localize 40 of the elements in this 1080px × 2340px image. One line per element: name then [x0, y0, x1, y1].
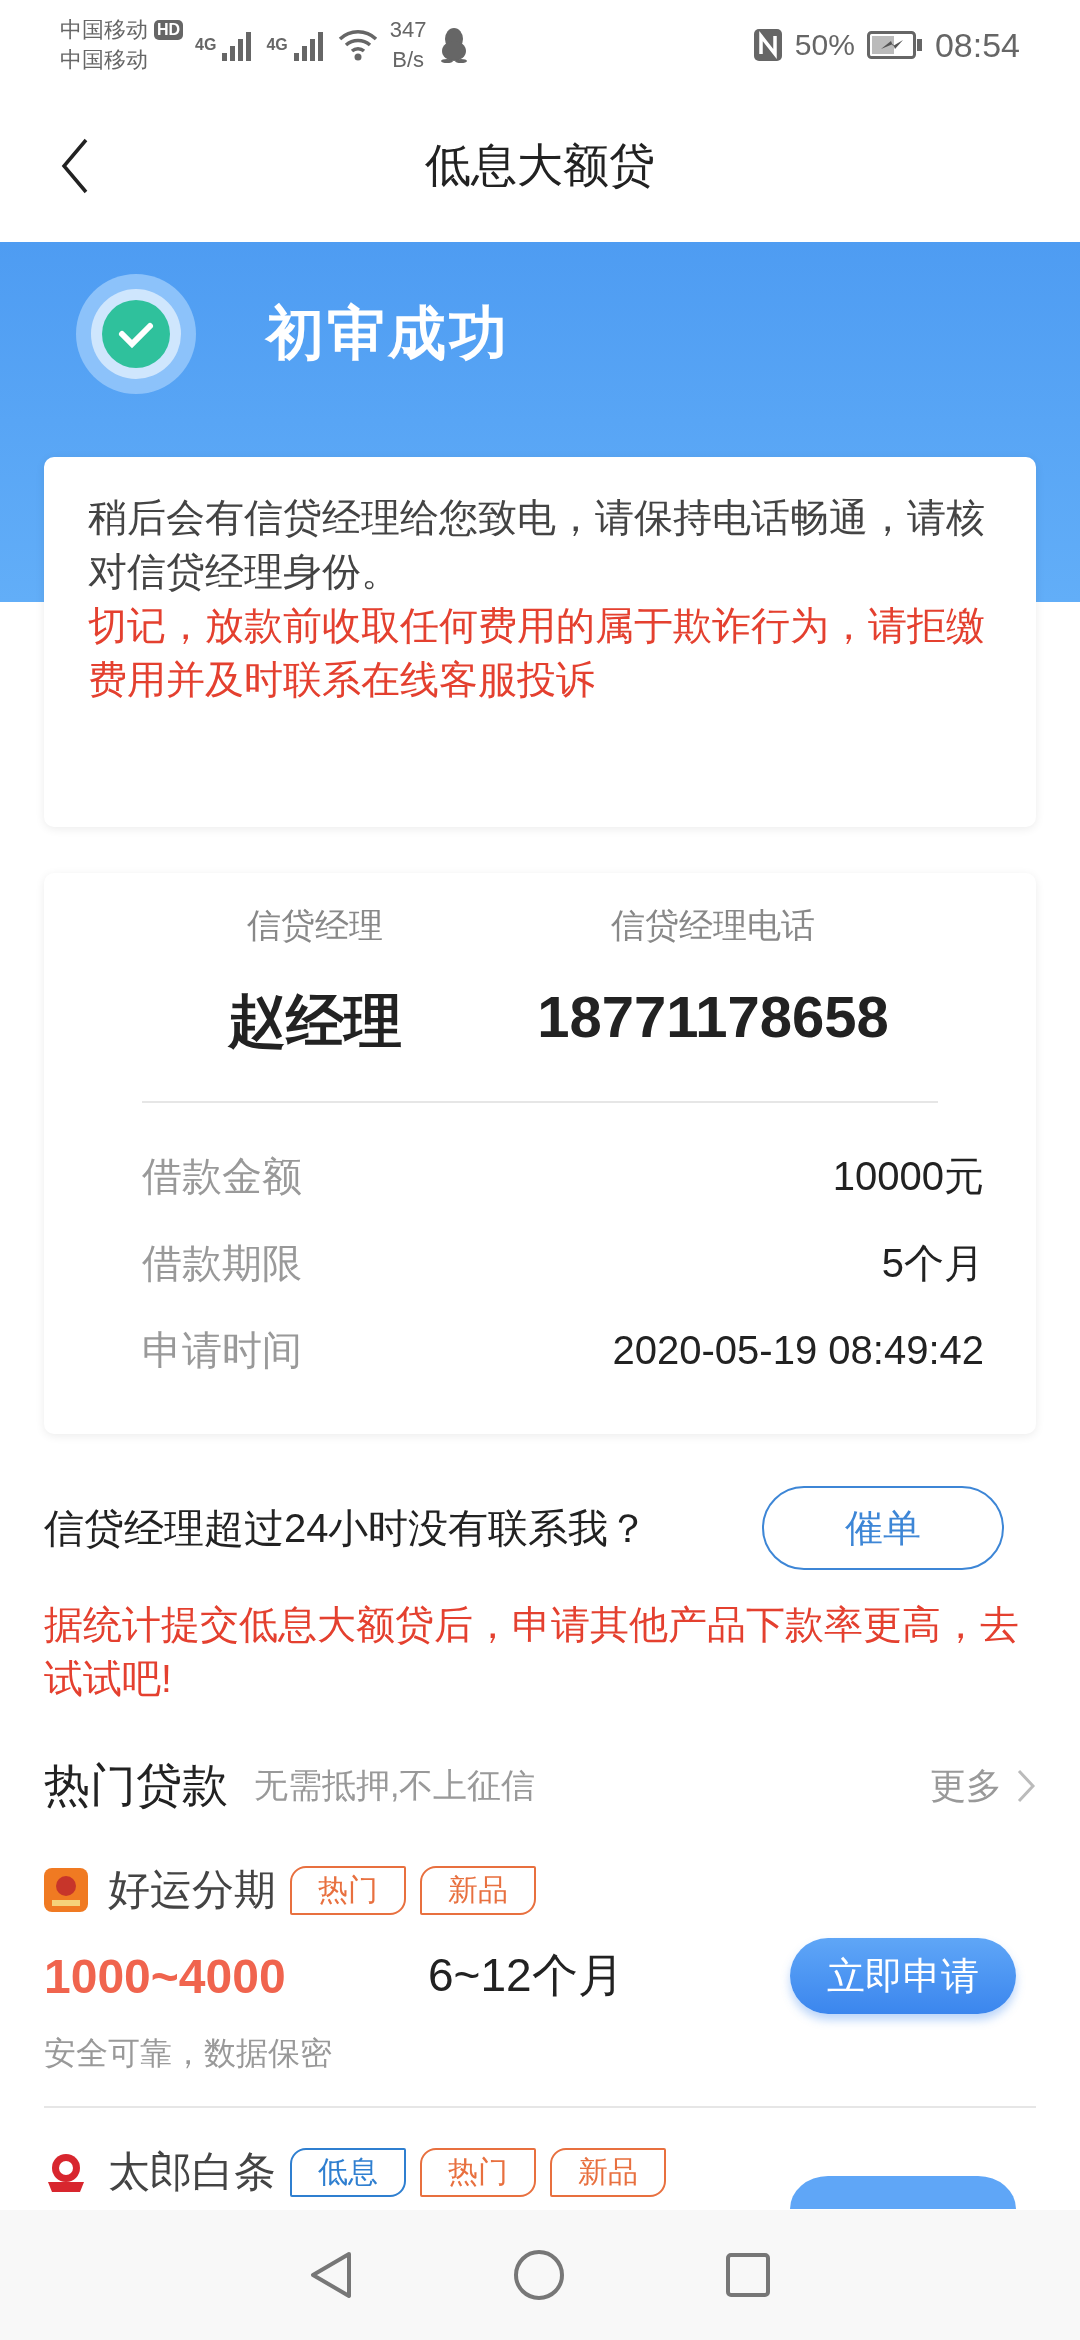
detail-value: 2020-05-19 08:49:42	[612, 1328, 984, 1373]
phone-label: 信贷经理电话	[611, 905, 816, 946]
urge-button[interactable]: 催单	[762, 1486, 1004, 1570]
product-tag: 热门	[420, 2147, 536, 2197]
product-note: 安全可靠，数据保密	[44, 2034, 333, 2073]
manager-label: 信贷经理	[247, 905, 384, 946]
detail-label: 借款期限	[142, 1240, 302, 1287]
detail-value: 10000元	[832, 1153, 984, 1200]
manager-phone: 18771178658	[537, 983, 889, 1050]
network-speed: 347	[389, 16, 427, 44]
carrier-name: 中国移动	[60, 16, 148, 44]
apply-button[interactable]: 立即申请	[790, 1938, 1016, 2014]
speed-unit: B/s	[392, 46, 425, 74]
loan-amount: 1000~4000	[44, 1948, 287, 2004]
loan-term: 6~12个月	[428, 1948, 625, 2003]
network-type: 4G	[266, 36, 288, 54]
clock: 08:54	[934, 25, 1020, 65]
product-tag: 新品	[420, 1865, 536, 1915]
network-type: 4G	[195, 36, 217, 54]
urge-question: 信贷经理超过24小时没有联系我？	[44, 1504, 649, 1552]
more-link[interactable]: 更多	[930, 1761, 1036, 1811]
section-title: 热门贷款	[44, 1758, 228, 1813]
detail-label: 申请时间	[142, 1327, 302, 1374]
product-name: 太郎白条	[108, 2147, 276, 2197]
manager-name: 赵经理	[228, 987, 403, 1055]
warning-text: 切记，放款前收取任何费用的属于欺诈行为，请拒缴费用并及时联系在线客服投诉	[88, 603, 986, 703]
product-name: 好运分期	[108, 1865, 276, 1915]
product-tag: 新品	[550, 2147, 666, 2197]
detail-label: 借款金额	[142, 1153, 302, 1200]
detail-value: 5个月	[881, 1240, 984, 1287]
promo-text: 据统计提交低息大额贷后，申请其他产品下款率更高，去试试吧!	[44, 1602, 1020, 1702]
hd-badge: HD	[154, 20, 184, 40]
section-subtitle: 无需抵押,不上征信	[254, 1765, 537, 1806]
notice-text: 稍后会有信贷经理给您致电，请保持电话畅通，请核对信贷经理身份。	[88, 495, 986, 595]
status-title: 初审成功	[266, 299, 510, 367]
battery-percent: 50%	[794, 28, 855, 62]
product-tag: 热门	[290, 1865, 406, 1915]
carrier-name: 中国移动	[60, 46, 149, 74]
page-title: 低息大额贷	[425, 138, 655, 193]
product-tag: 低息	[290, 2147, 406, 2197]
